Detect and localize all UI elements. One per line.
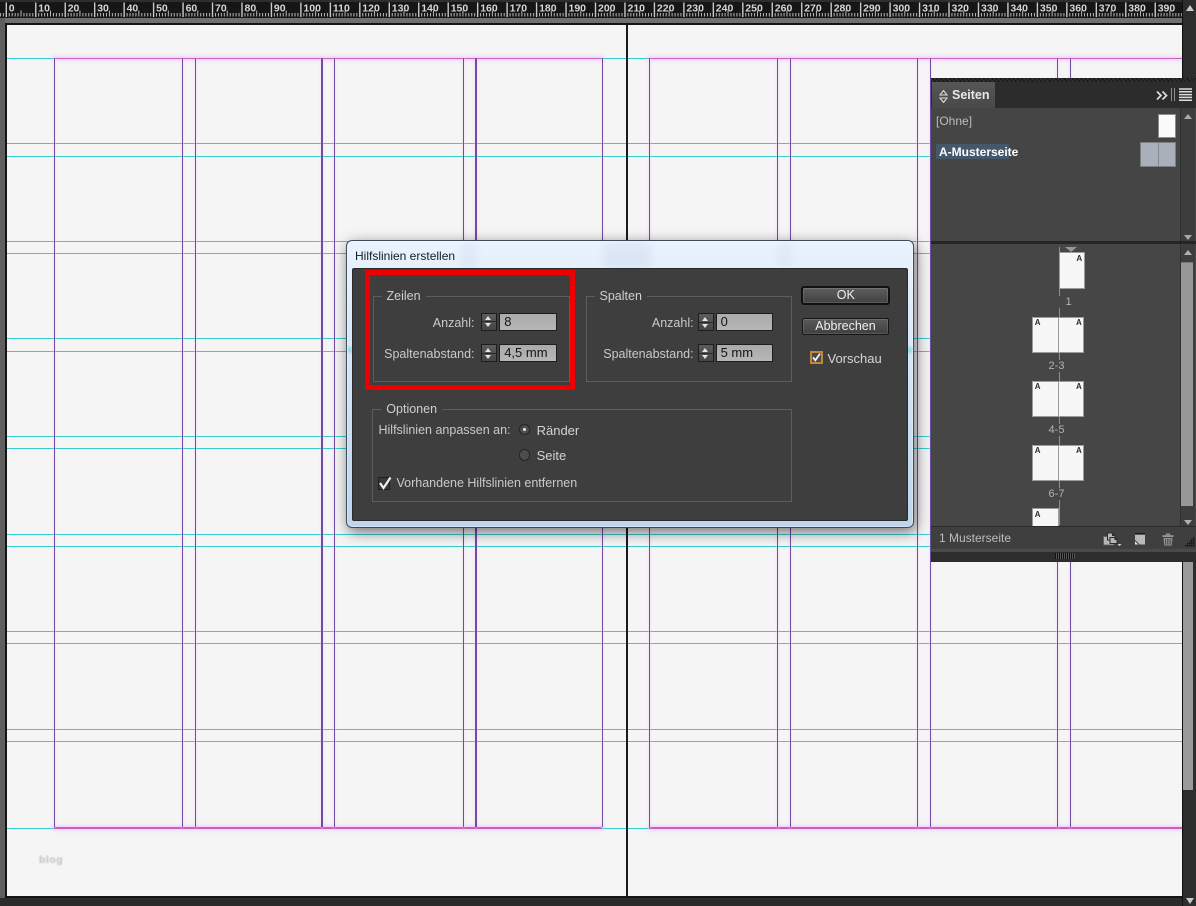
svg-text:310: 310 — [922, 3, 940, 15]
svg-text:370: 370 — [1099, 3, 1117, 15]
svg-text:270: 270 — [804, 3, 822, 15]
svg-text:330: 330 — [981, 3, 999, 15]
svg-text:170: 170 — [510, 3, 528, 15]
svg-text:200: 200 — [598, 3, 616, 15]
svg-text:220: 220 — [657, 3, 675, 15]
svg-text:140: 140 — [421, 3, 439, 15]
svg-text:190: 190 — [569, 3, 587, 15]
svg-text:380: 380 — [1128, 3, 1146, 15]
svg-text:350: 350 — [1040, 3, 1058, 15]
svg-text:150: 150 — [451, 3, 469, 15]
svg-text:240: 240 — [716, 3, 734, 15]
svg-text:210: 210 — [628, 3, 646, 15]
svg-text:130: 130 — [392, 3, 410, 15]
svg-text:0: 0 — [9, 3, 15, 15]
svg-text:70: 70 — [215, 3, 227, 15]
svg-text:280: 280 — [834, 3, 852, 15]
svg-text:390: 390 — [1158, 3, 1176, 15]
svg-text:120: 120 — [362, 3, 380, 15]
svg-text:10: 10 — [38, 3, 50, 15]
svg-text:320: 320 — [952, 3, 970, 15]
svg-text:160: 160 — [480, 3, 498, 15]
svg-text:60: 60 — [186, 3, 198, 15]
svg-text:110: 110 — [333, 3, 350, 15]
svg-text:50: 50 — [156, 3, 168, 15]
svg-text:230: 230 — [686, 3, 704, 15]
svg-text:300: 300 — [893, 3, 911, 15]
svg-text:340: 340 — [1010, 3, 1028, 15]
svg-text:20: 20 — [68, 3, 80, 15]
svg-text:40: 40 — [127, 3, 139, 15]
svg-text:90: 90 — [274, 3, 286, 15]
svg-text:80: 80 — [245, 3, 257, 15]
svg-text:260: 260 — [775, 3, 793, 15]
svg-text:180: 180 — [539, 3, 557, 15]
svg-text:30: 30 — [97, 3, 109, 15]
svg-text:360: 360 — [1069, 3, 1087, 15]
svg-text:100: 100 — [303, 3, 321, 15]
svg-text:250: 250 — [745, 3, 763, 15]
svg-text:290: 290 — [863, 3, 881, 15]
